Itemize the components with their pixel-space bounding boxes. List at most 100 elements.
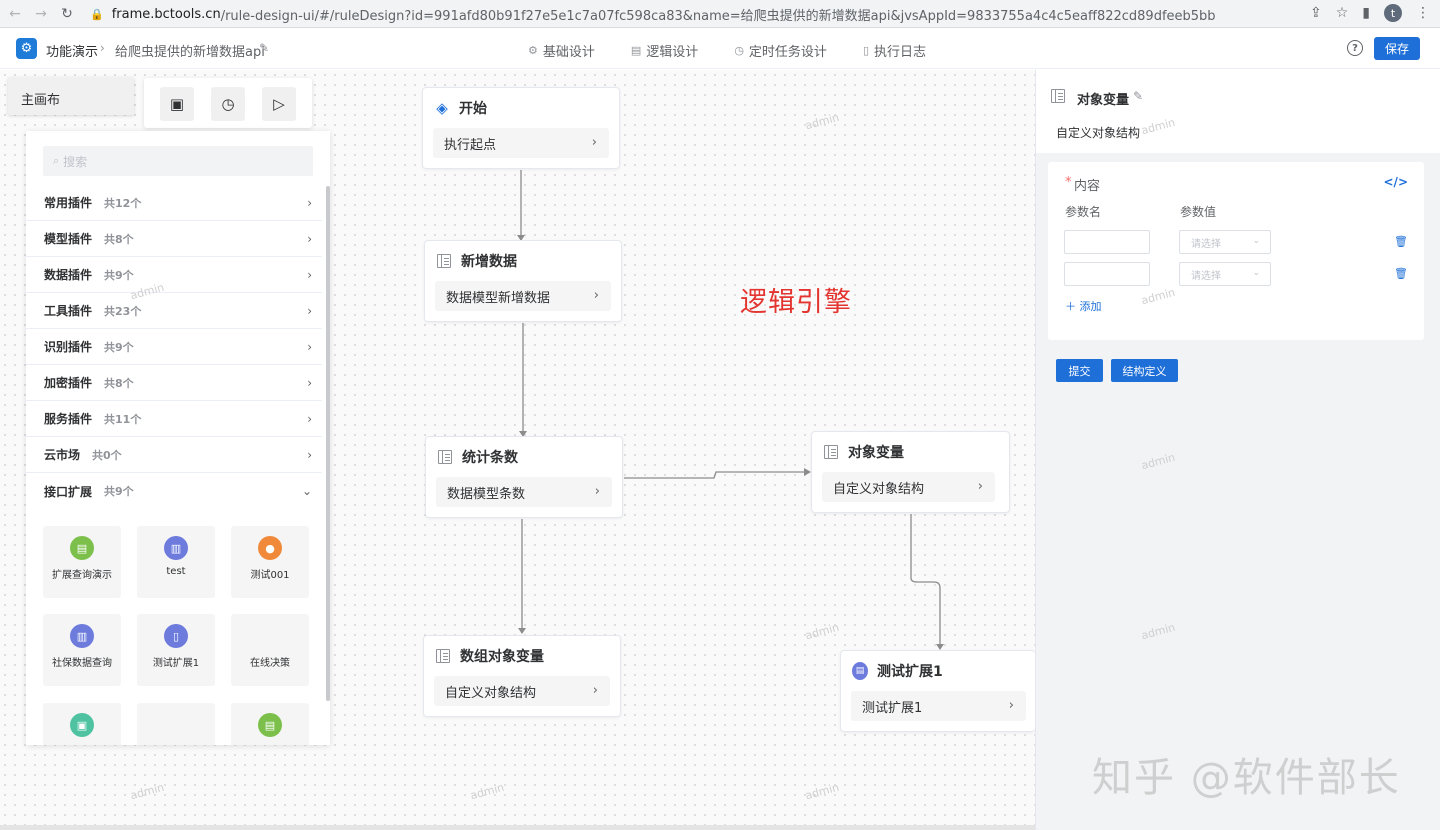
watermark: admin	[1139, 450, 1177, 473]
panel-header: 对象变量 ✎ 自定义对象结构	[1036, 70, 1440, 153]
search-icon: ⌕	[53, 154, 60, 167]
node-start-detail[interactable]: 执行起点 ›	[433, 128, 609, 158]
share-icon[interactable]: ⇪	[1310, 5, 1322, 21]
table-icon: ▤	[630, 44, 642, 57]
tab-logic-design[interactable]: ▤ 逻辑设计	[631, 41, 698, 60]
plugin-card[interactable]: ▤ 扩展查询演示	[43, 526, 121, 598]
document-icon	[1051, 89, 1065, 103]
category-data[interactable]: 数据插件 共9个 ›	[26, 257, 322, 293]
category-recognition[interactable]: 识别插件 共9个 ›	[26, 329, 322, 365]
chevron-right-icon: ›	[307, 232, 312, 246]
play-icon[interactable]: ▷	[262, 87, 296, 121]
category-service[interactable]: 服务插件 共11个 ›	[26, 401, 322, 437]
address-bar[interactable]: 🔒 frame.bctools.cn/rule-design-ui/#/rule…	[90, 3, 1340, 25]
plugin-card[interactable]: ▥ test	[137, 526, 215, 598]
sidebar-toggle-icon[interactable]: ▮	[1362, 5, 1370, 21]
chevron-down-icon: ⌄	[301, 484, 312, 498]
gear-icon: ⚙	[528, 44, 538, 57]
plugin-card[interactable]: ● 测试001	[231, 526, 309, 598]
chat-icon: ▤	[70, 536, 94, 560]
node-array-var-detail[interactable]: 自定义对象结构 ›	[434, 676, 610, 706]
category-tools[interactable]: 工具插件 共23个 ›	[26, 293, 322, 329]
flow-canvas[interactable]: 主画布 ▣ ◷ ▷ ⌕ 搜索 常用插件 共12个 › 模型插件 共8个 › 数据插件 共9个…	[0, 70, 1035, 830]
chevron-right-icon: ›	[307, 268, 312, 282]
reload-icon[interactable]: ↻	[56, 3, 78, 25]
star-icon[interactable]: ☆	[1336, 5, 1349, 21]
chart-icon: ▥	[164, 536, 188, 560]
panel-subtitle: 自定义对象结构	[1056, 126, 1141, 140]
node-count[interactable]: 统计条数 数据模型条数 ›	[425, 436, 623, 518]
category-api-extension[interactable]: 接口扩展 共9个 ⌄	[26, 473, 322, 509]
forward-icon[interactable]: →	[30, 3, 52, 25]
node-test-ext[interactable]: ▤ 测试扩展1 测试扩展1 ›	[840, 650, 1035, 732]
plugin-card[interactable]: 在线决策	[231, 614, 309, 686]
tab-basic-design[interactable]: ⚙ 基础设计	[528, 41, 595, 60]
plugin-card[interactable]: ▥ 社保数据查询	[43, 614, 121, 686]
code-icon[interactable]: </>	[1384, 175, 1409, 189]
node-add-data[interactable]: 新增数据 数据模型新增数据 ›	[424, 240, 622, 322]
node-add-data-detail[interactable]: 数据模型新增数据 ›	[435, 281, 611, 311]
zhihu-watermark: 知乎 @软件部长	[1092, 755, 1401, 801]
chevron-right-icon: ›	[977, 479, 983, 494]
watermark: admin	[803, 620, 841, 643]
chevron-right-icon: ›	[307, 412, 312, 426]
submit-button[interactable]: 提交	[1056, 359, 1103, 382]
add-param-link[interactable]: ＋ 添加	[1065, 298, 1102, 314]
horizontal-scrollbar[interactable]	[0, 825, 1035, 830]
category-common[interactable]: 常用插件 共12个 ›	[26, 185, 322, 221]
clock-icon[interactable]: ◷	[211, 87, 245, 121]
plugin-card[interactable]: ▤	[231, 703, 309, 745]
tab-schedule-design[interactable]: ◷ 定时任务设计	[734, 41, 827, 60]
panel-title: 对象变量	[1077, 93, 1130, 108]
avatar[interactable]: t	[1384, 4, 1402, 22]
edit-icon[interactable]: ✎	[1133, 89, 1143, 103]
document-icon	[823, 444, 839, 460]
package-icon[interactable]: ▣	[160, 87, 194, 121]
param-value-select[interactable]: 请选择 ⌄	[1179, 262, 1271, 286]
document-icon: ▯	[164, 624, 188, 648]
watermark: admin	[1139, 620, 1177, 643]
save-button[interactable]: 保存	[1374, 37, 1420, 60]
param-name-input[interactable]	[1064, 262, 1150, 286]
param-value-select[interactable]: 请选择 ⌄	[1179, 230, 1271, 254]
node-obj-var[interactable]: 对象变量 自定义对象结构 ›	[811, 431, 1010, 513]
category-model[interactable]: 模型插件 共8个 ›	[26, 221, 322, 257]
chevron-down-icon: ⌄	[1252, 268, 1260, 278]
category-encryption[interactable]: 加密插件 共8个 ›	[26, 365, 322, 401]
top-tabs: ⚙ 基础设计 ▤ 逻辑设计 ◷ 定时任务设计 ▯ 执行日志	[528, 41, 962, 60]
node-obj-var-detail[interactable]: 自定义对象结构 ›	[822, 472, 995, 502]
col-param-value: 参数值	[1180, 205, 1217, 219]
search-input[interactable]: ⌕ 搜索	[43, 146, 313, 176]
document-icon	[437, 449, 453, 465]
plugin-card[interactable]	[137, 703, 215, 745]
canvas-toolbar: ▣ ◷ ▷	[144, 78, 312, 128]
node-array-var[interactable]: 数组对象变量 自定义对象结构 ›	[423, 635, 621, 717]
lock-icon: 🔒	[90, 7, 104, 21]
breadcrumb-root[interactable]: 功能演示	[46, 41, 98, 60]
watermark: admin	[803, 110, 841, 133]
plugin-card[interactable]: ▣	[43, 703, 121, 745]
node-count-detail[interactable]: 数据模型条数 ›	[436, 477, 612, 507]
scrollbar[interactable]	[326, 186, 330, 701]
edit-icon[interactable]: ✎	[259, 41, 269, 55]
url-domain: frame.bctools.cn	[111, 6, 221, 22]
user-icon: ●	[258, 536, 282, 560]
trash-icon[interactable]: 🗑	[1394, 235, 1408, 248]
node-test-ext-detail[interactable]: 测试扩展1 ›	[851, 691, 1026, 721]
more-icon[interactable]: ⋮	[1416, 5, 1430, 21]
back-icon[interactable]: ←	[4, 3, 26, 25]
category-cloud-market[interactable]: 云市场 共0个 ›	[26, 437, 322, 473]
tab-exec-log[interactable]: ▯ 执行日志	[863, 41, 926, 60]
trash-icon[interactable]: 🗑	[1394, 267, 1408, 280]
watermark: admin	[468, 780, 506, 803]
help-icon[interactable]: ?	[1347, 40, 1363, 56]
plugin-card[interactable]: ▯ 测试扩展1	[137, 614, 215, 686]
struct-define-button[interactable]: 结构定义	[1111, 359, 1178, 382]
logo-icon: ⚙	[16, 38, 37, 59]
watermark: admin	[803, 780, 841, 803]
url-path: /rule-design-ui/#/ruleDesign?id=991afd80…	[220, 8, 1216, 24]
param-name-input[interactable]	[1064, 230, 1150, 254]
main-canvas-tab[interactable]: 主画布	[8, 77, 134, 115]
edge-count-obj	[624, 471, 804, 479]
node-start[interactable]: ◈ 开始 执行起点 ›	[422, 87, 620, 169]
